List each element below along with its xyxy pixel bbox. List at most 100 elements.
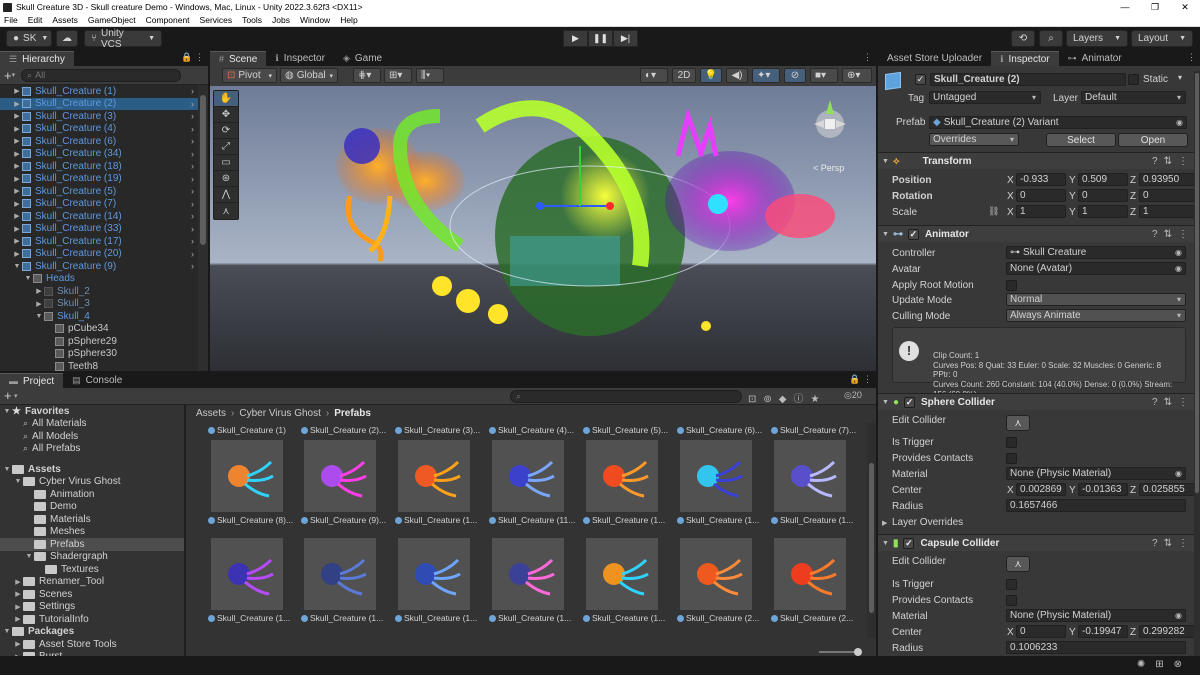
provides-contacts-checkbox[interactable]: [1006, 453, 1017, 464]
object-name-input[interactable]: Skull_Creature (2): [930, 73, 1126, 86]
hierarchy-item[interactable]: ▶ Skull_Creature (18) ›: [0, 160, 198, 173]
expand-arrow-icon[interactable]: ▶: [12, 125, 22, 133]
prefab-open-chevron-icon[interactable]: ›: [191, 124, 194, 134]
position-y-field[interactable]: 0.509: [1078, 173, 1128, 186]
minimize-button[interactable]: —: [1110, 0, 1140, 14]
expand-arrow-icon[interactable]: ▼: [23, 275, 33, 282]
cloud-button[interactable]: ☁: [56, 30, 78, 47]
asset-grid-scrollbar[interactable]: [867, 423, 876, 638]
prefab-open-chevron-icon[interactable]: ›: [191, 186, 194, 196]
hand-tool-icon[interactable]: ✋: [214, 91, 238, 107]
lighting-toggle[interactable]: 💡: [700, 68, 722, 83]
packages-root[interactable]: ▼ Packages: [0, 626, 184, 639]
asset-item[interactable]: Skull_Creature (11...: [489, 440, 577, 525]
add-icon[interactable]: +: [4, 68, 12, 83]
folder-item[interactable]: ▼ Shadergraph: [0, 551, 184, 564]
capsule-provides-contacts-checkbox[interactable]: [1006, 595, 1017, 606]
expand-arrow-icon[interactable]: ▶: [34, 287, 44, 295]
expand-arrow-icon[interactable]: ▶: [13, 615, 23, 623]
link-icon[interactable]: ⛓: [988, 206, 999, 217]
hierarchy-item[interactable]: ▶ Skull_3: [0, 298, 198, 311]
menu-jobs[interactable]: Jobs: [272, 15, 290, 25]
layers-dropdown[interactable]: Layers ▼: [1066, 30, 1128, 47]
expand-arrow-icon[interactable]: ▶: [12, 200, 22, 208]
asset-item[interactable]: Skull_Creature (1...: [771, 440, 859, 525]
expand-arrow-icon[interactable]: ▶: [13, 640, 23, 648]
overrides-dropdown[interactable]: Overrides: [929, 133, 1019, 146]
radius-field[interactable]: 0.1657466: [1006, 499, 1186, 512]
scrollbar-thumb[interactable]: [869, 463, 874, 613]
tab-hierarchy[interactable]: ☰ Hierarchy: [0, 51, 74, 66]
animator-header[interactable]: ▼ ⊶ ✓ Animator ?⇅⋮: [878, 225, 1200, 242]
breadcrumb-assets[interactable]: Assets: [196, 408, 226, 419]
capsule-center-x-field[interactable]: 0: [1016, 625, 1066, 638]
root-motion-checkbox[interactable]: [1006, 280, 1017, 291]
expand-arrow-icon[interactable]: ▶: [12, 87, 22, 95]
breadcrumb-prefabs[interactable]: Prefabs: [334, 408, 371, 419]
scale-y-field[interactable]: 1: [1078, 205, 1128, 218]
hierarchy-item[interactable]: ▼ Heads: [0, 273, 198, 286]
menu-edit[interactable]: Edit: [28, 15, 43, 25]
edit-collider-button[interactable]: ⋏: [1006, 415, 1030, 431]
menu-window[interactable]: Window: [300, 15, 330, 25]
assets-root[interactable]: ▼ Assets: [0, 463, 184, 476]
open-button[interactable]: Open: [1118, 133, 1188, 147]
expand-arrow-icon[interactable]: ▶: [12, 150, 22, 158]
search-button[interactable]: ⌕: [1039, 30, 1063, 47]
layer-overrides-row[interactable]: ▶ Layer Overrides: [878, 515, 1200, 530]
shading-mode-button[interactable]: ◐▾: [640, 68, 668, 83]
hierarchy-item[interactable]: Teeth8: [0, 360, 198, 371]
prefab-open-chevron-icon[interactable]: ›: [191, 261, 194, 271]
prefab-open-chevron-icon[interactable]: ›: [191, 149, 194, 159]
panel-menu-icon[interactable]: 🔒 ⋮: [181, 52, 204, 63]
prefab-open-chevron-icon[interactable]: ›: [191, 86, 194, 96]
expand-arrow-icon[interactable]: ▼: [2, 466, 12, 473]
tab-animator[interactable]: ⊶ Animator: [1059, 51, 1131, 66]
hierarchy-item[interactable]: pCube34: [0, 323, 198, 336]
folder-item[interactable]: Animation: [0, 488, 184, 501]
hierarchy-item[interactable]: ▼ Skull_4: [0, 310, 198, 323]
expand-arrow-icon[interactable]: ▶: [12, 112, 22, 120]
prefab-open-chevron-icon[interactable]: ›: [191, 136, 194, 146]
tab-project[interactable]: ▬ Project: [0, 373, 64, 388]
tab-game[interactable]: ◈ Game: [334, 51, 391, 66]
favorite-search-item[interactable]: ⌕ All Materials: [0, 418, 184, 431]
prefab-field[interactable]: ◆ Skull_Creature (2) Variant: [929, 116, 1187, 129]
hierarchy-item[interactable]: ▶ Skull_Creature (6) ›: [0, 135, 198, 148]
folder-item[interactable]: ▶ TutorialInfo: [0, 613, 184, 626]
scale-x-field[interactable]: 1: [1016, 205, 1066, 218]
sphere-collider-enabled-checkbox[interactable]: ✓: [903, 396, 915, 408]
global-dropdown[interactable]: ◍ Global ▾: [280, 68, 338, 83]
folder-item[interactable]: ▶ Renamer_Tool: [0, 576, 184, 589]
history-button[interactable]: ⟲: [1011, 30, 1035, 47]
breadcrumb-cyber-virus-ghost[interactable]: Cyber Virus Ghost: [239, 408, 321, 419]
hierarchy-item[interactable]: ▶ Skull_Creature (33) ›: [0, 223, 198, 236]
asset-item[interactable]: Skull_Creature (9)...: [301, 440, 389, 525]
animator-enabled-checkbox[interactable]: ✓: [907, 228, 919, 240]
hierarchy-item[interactable]: pSphere29: [0, 335, 198, 348]
expand-arrow-icon[interactable]: ▶: [13, 590, 23, 598]
capsule-center-y-field[interactable]: -0.19947: [1078, 625, 1128, 638]
menu-assets[interactable]: Assets: [52, 15, 78, 25]
transform-tool-icon[interactable]: ⊛: [214, 171, 238, 187]
hierarchy-item[interactable]: ▶ Skull_Creature (17) ›: [0, 235, 198, 248]
prefab-open-chevron-icon[interactable]: ›: [191, 224, 194, 234]
pivot-dropdown[interactable]: ⊡ Pivot ▾: [222, 68, 277, 83]
step-button[interactable]: ▶|: [613, 30, 638, 47]
move-tool-icon[interactable]: ✥: [214, 107, 238, 123]
hierarchy-item[interactable]: ▶ Skull_Creature (4) ›: [0, 123, 198, 136]
folder-item[interactable]: ▶ Scenes: [0, 588, 184, 601]
align-button[interactable]: ⫼▾: [416, 68, 444, 83]
audio-toggle[interactable]: ◀): [726, 68, 748, 83]
asset-item[interactable]: Skull_Creature (1...: [395, 440, 483, 525]
prefab-open-chevron-icon[interactable]: ›: [191, 161, 194, 171]
capsule-center-z-field[interactable]: 0.299282: [1139, 625, 1195, 638]
physic-material-field[interactable]: None (Physic Material): [1006, 467, 1186, 480]
tab-console[interactable]: ▤ Console: [63, 373, 131, 388]
asset-item[interactable]: Skull_Creature (1...: [583, 538, 671, 623]
thumbnail-size-slider[interactable]: [819, 648, 862, 656]
asset-item[interactable]: Skull_Creature (2...: [677, 538, 765, 623]
sphere-collider-header[interactable]: ▼ ● ✓ Sphere Collider ?⇅⋮: [878, 393, 1200, 410]
rect-tool-icon[interactable]: ▭: [214, 155, 238, 171]
status-icons[interactable]: ✺⊞⊗: [1137, 659, 1192, 670]
